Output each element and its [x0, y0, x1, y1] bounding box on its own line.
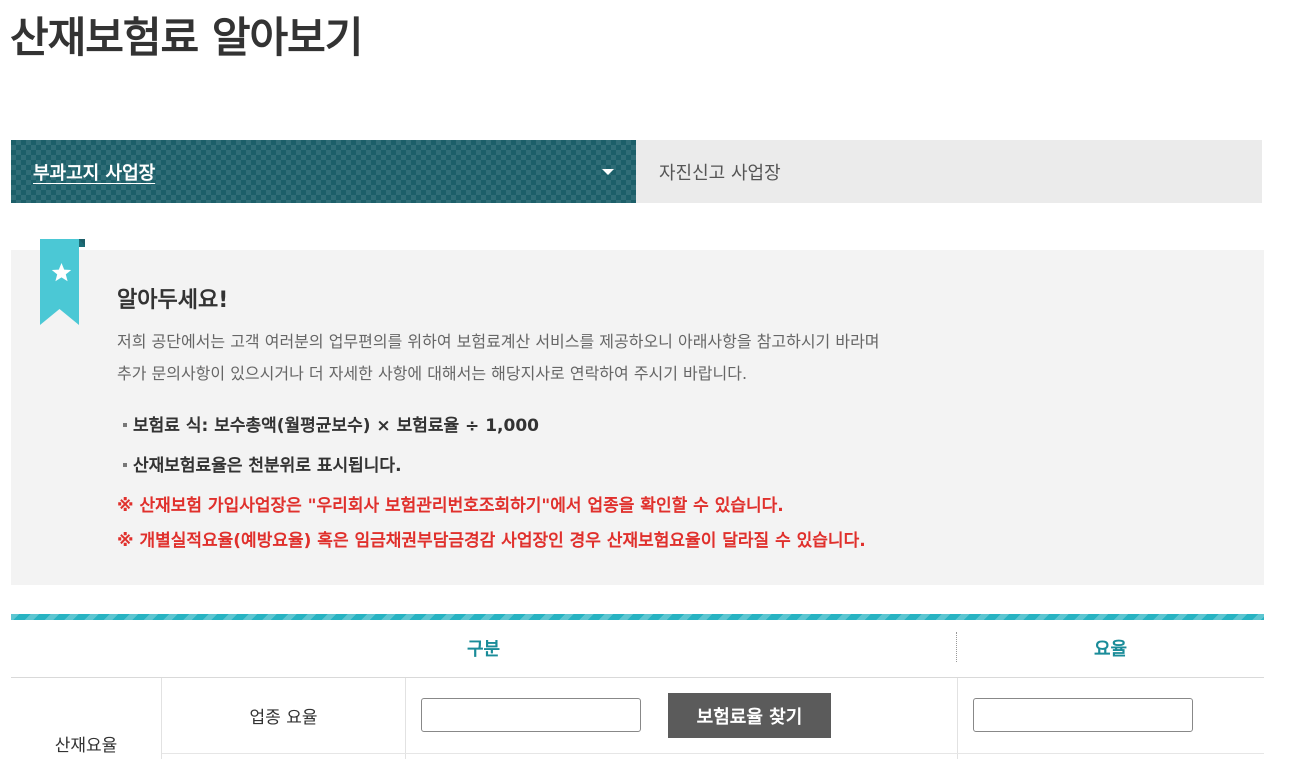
industry-code-input[interactable] — [421, 698, 641, 732]
notice-description: 저희 공단에서는 고객 여러분의 업무편의를 위하여 보험료계산 서비스를 제공… — [117, 326, 1117, 390]
warning-line-1: ※ 산재보험 가입사업장은 "우리회사 보험관리번호조회하기"에서 업종을 확인… — [117, 496, 784, 516]
unit-bullet: 산재보험료율은 천분위로 표시됩니다. — [123, 451, 402, 476]
unit-text: 산재보험료율은 천분위로 표시됩니다. — [133, 456, 402, 476]
formula-text: 보험료 식: 보수총액(월평균보수) × 보험료율 ÷ 1,000 — [133, 416, 539, 436]
header-bottom-line — [11, 677, 1264, 678]
tab-self-report[interactable]: 자진신고 사업장 — [636, 140, 1262, 203]
row-divider — [162, 753, 1264, 754]
industry-rate-label: 업종 요율 — [249, 707, 318, 728]
tab-imposed-notification[interactable]: 부과고지 사업장 — [11, 140, 636, 203]
tab-label: 자진신고 사업장 — [659, 162, 781, 184]
header-category: 구분 — [466, 639, 501, 660]
notice-desc-line-2: 추가 문의사항이 있으시거나 더 자세한 사항에 대해서는 해당지사로 연락하여… — [117, 364, 748, 383]
rate-value-input[interactable] — [973, 698, 1193, 732]
column-divider — [957, 678, 958, 759]
bullet-square-icon — [123, 422, 127, 427]
notice-box: 알아두세요! 저희 공단에서는 고객 여러분의 업무편의를 위하여 보험료계산 … — [11, 239, 1264, 585]
notice-title: 알아두세요! — [117, 288, 229, 313]
notice-desc-line-1: 저희 공단에서는 고객 여러분의 업무편의를 위하여 보험료계산 서비스를 제공… — [117, 332, 880, 351]
tab-label: 부과고지 사업장 — [33, 162, 156, 184]
column-divider — [405, 678, 406, 759]
warning-line-2: ※ 개별실적요율(예방요율) 혹은 임금채권부담금경감 사업장인 경우 산재보험… — [117, 531, 866, 551]
page-title: 산재보험료 알아보기 — [10, 13, 363, 62]
find-rate-button[interactable]: 보험료율 찾기 — [668, 693, 831, 738]
header-rate: 요율 — [1093, 639, 1128, 660]
formula-bullet: 보험료 식: 보수총액(월평균보수) × 보험료율 ÷ 1,000 — [123, 411, 539, 436]
bullet-square-icon — [123, 462, 127, 467]
star-ribbon-icon — [40, 239, 85, 325]
row-group-label: 산재요율 — [54, 736, 118, 756]
caret-down-icon — [602, 169, 614, 175]
tab-bar: 부과고지 사업장 자진신고 사업장 — [11, 140, 1262, 203]
